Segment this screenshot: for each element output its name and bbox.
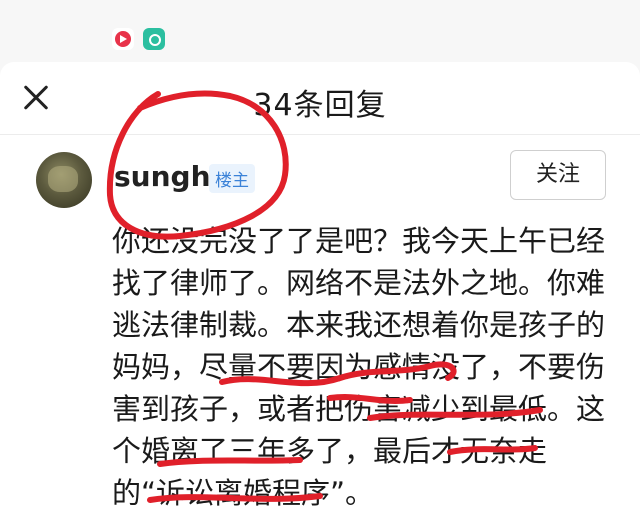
post-line: 逃法律制裁。本来我还想着你是孩子的 — [112, 308, 606, 342]
avatar[interactable] — [36, 152, 92, 208]
page-title: 34条回复 — [253, 88, 387, 123]
owner-badge: 楼主 — [209, 164, 255, 193]
reply-panel-header: 34条回复 — [0, 62, 640, 135]
video-app-icon — [112, 28, 134, 50]
message-app-icon — [143, 28, 165, 50]
post-line: 害到孩子，或者把伤害减少到最低。这 — [112, 392, 606, 426]
post-line: 你还没完没了了是吧？我今天上午已经 — [112, 224, 606, 258]
post-line: 找了律师了。网络不是法外之地。你难 — [112, 266, 606, 300]
post-line: 个婚离了三年多了，最后才无奈走 — [112, 434, 548, 468]
post-line: 的“诉讼离婚程序”。 — [112, 476, 375, 510]
post-content: 你还没完没了了是吧？我今天上午已经 找了律师了。网络不是法外之地。你难 逃法律制… — [112, 220, 607, 514]
follow-button[interactable]: 关注 — [510, 150, 606, 200]
post-line: 妈妈，尽量不要因为感情没了，不要伤 — [112, 350, 606, 384]
